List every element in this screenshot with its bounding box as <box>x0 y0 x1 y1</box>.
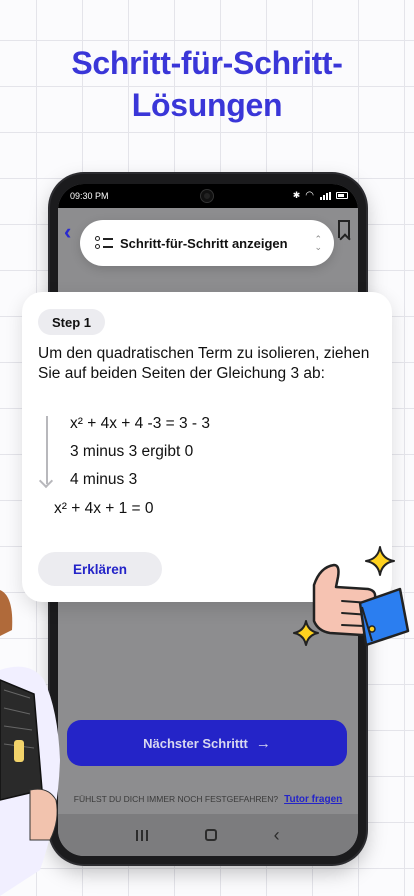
status-time: 09:30 PM <box>70 191 109 201</box>
wifi-icon: ◠ <box>305 190 314 201</box>
step-badge: Step 1 <box>38 309 106 335</box>
recents-icon[interactable] <box>136 829 149 841</box>
explain-button[interactable]: Erklären <box>38 552 162 586</box>
status-icons: ✱ ◠ <box>293 190 348 201</box>
tutor-link[interactable]: Tutor fragen <box>284 794 342 805</box>
step-instruction: Um den quadratischen Term zu isolieren, … <box>38 345 370 382</box>
back-chevron-icon[interactable]: ‹ <box>64 221 71 243</box>
headline-line-1: Schritt-für-Schritt- <box>71 45 343 81</box>
help-row: FÜHLST DU DICH IMMER NOCH FESTGEFAHREN? … <box>58 784 358 814</box>
list-icon <box>95 235 113 251</box>
help-text: FÜHLST DU DICH IMMER NOCH FESTGEFAHREN? <box>73 794 279 804</box>
signal-icon <box>319 191 331 200</box>
bookmark-icon[interactable] <box>338 220 350 238</box>
next-step-label: Nächster Schrittt <box>143 735 248 751</box>
step-result: x² + 4x + 1 = 0 <box>54 500 154 517</box>
person-with-notebook <box>0 590 60 896</box>
headline-line-2: Lösungen <box>131 87 283 123</box>
next-step-button[interactable]: Nächster Schrittt → <box>67 720 347 766</box>
status-bar: 09:30 PM ✱ ◠ <box>58 184 358 208</box>
home-icon[interactable] <box>204 829 217 841</box>
nav-back-icon[interactable]: ‹ <box>274 826 280 844</box>
step-mode-select[interactable]: Schritt-für-Schritt anzeigen ⌃ ⌄ <box>80 220 334 266</box>
camera-icon <box>201 190 213 202</box>
battery-icon <box>336 192 348 199</box>
sparkle-icon <box>365 546 395 576</box>
page-headline: Schritt-für-Schritt- Lösungen <box>0 42 414 126</box>
working-step: 3 minus 3 ergibt 0 <box>70 443 194 460</box>
arrow-down-icon <box>38 473 54 489</box>
thumbs-up-icon <box>312 563 410 647</box>
working-step: 4 minus 3 <box>70 471 138 488</box>
working-step: x² + 4x + 4 -3 = 3 - 3 <box>70 415 210 432</box>
chevron-up-down-icon: ⌃ ⌄ <box>314 234 322 252</box>
bluetooth-icon: ✱ <box>292 190 301 200</box>
thumbs-up-sticker <box>293 546 410 647</box>
arrow-right-icon: → <box>255 734 271 752</box>
step-mode-label: Schritt-für-Schritt anzeigen <box>120 235 288 251</box>
system-nav-bar: ‹ <box>58 814 358 856</box>
